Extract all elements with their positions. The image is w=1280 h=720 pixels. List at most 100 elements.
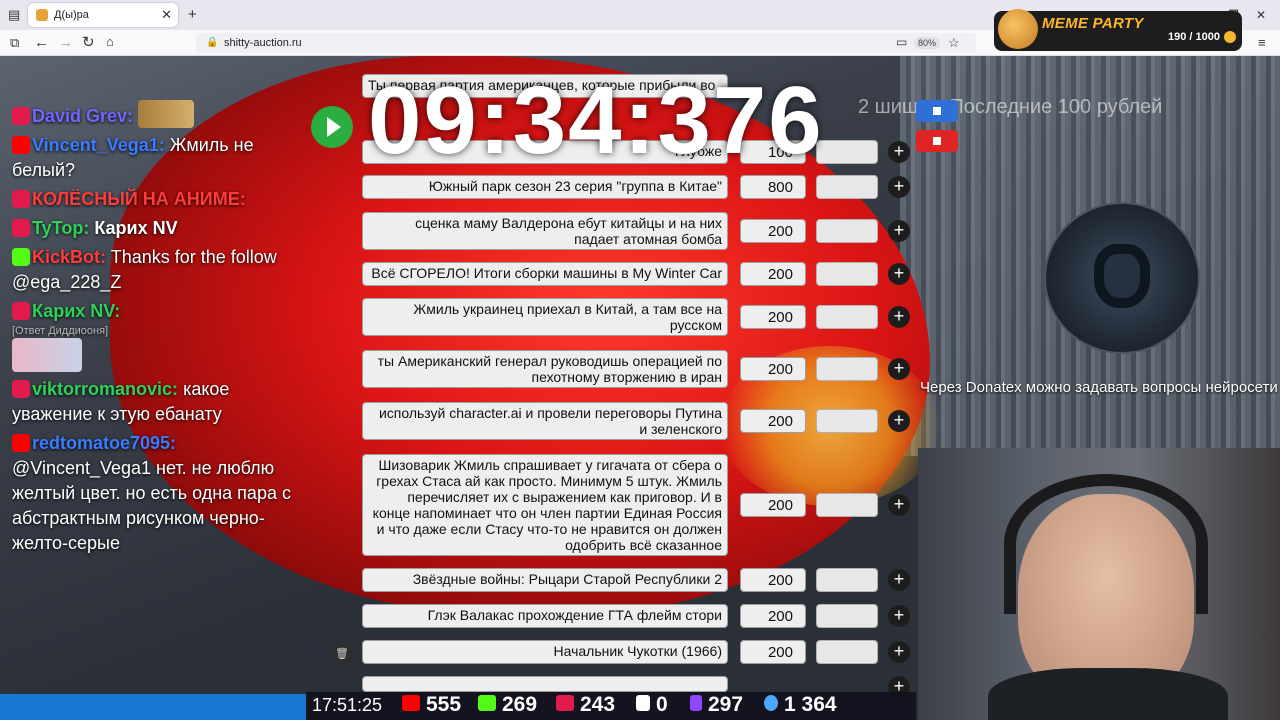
lot-bid-input[interactable]: [816, 262, 878, 286]
youtube-badge-icon: [12, 434, 30, 452]
add-bid-button[interactable]: +: [888, 410, 910, 432]
live-badge-icon: [12, 219, 30, 237]
clock: 17:51:25: [312, 695, 383, 715]
chat-message: redtomatoe7095: @Vincent_Vega1 нет. не л…: [12, 431, 312, 556]
lot-amount[interactable]: 200: [740, 640, 806, 664]
back-icon[interactable]: ←: [34, 35, 49, 50]
lot-title[interactable]: [362, 676, 728, 692]
lot-title[interactable]: сценка маму Валдерона ебут китайцы и на …: [362, 212, 728, 250]
add-bid-button[interactable]: +: [888, 263, 910, 285]
stop-timer-button[interactable]: [916, 130, 958, 152]
live-badge-icon: [12, 302, 30, 320]
reload-icon[interactable]: ↻: [82, 35, 95, 50]
lot-amount[interactable]: 200: [740, 568, 806, 592]
zoom-level[interactable]: 80%: [914, 37, 941, 49]
lot-title[interactable]: Всё СГОРЕЛО! Итоги сборки машины в My Wi…: [362, 262, 728, 286]
lot-amount[interactable]: 200: [740, 305, 806, 329]
add-bid-button[interactable]: +: [888, 358, 910, 380]
lot-title[interactable]: Южный парк сезон 23 серия "группа в Кита…: [362, 175, 728, 199]
lot-title[interactable]: ты Американский генерал руководишь опера…: [362, 350, 728, 388]
lot-title[interactable]: Глэк Валакас прохождение ГТА флейм стори: [362, 604, 728, 628]
live-badge-icon: [12, 380, 30, 398]
chat-username: Карих NV:: [32, 301, 121, 321]
lot-bid-input[interactable]: [816, 640, 878, 664]
meme-party-counter: 190 / 1000: [1168, 31, 1220, 43]
r-viewers: 0: [636, 693, 668, 717]
tab-close-icon[interactable]: ✕: [161, 7, 172, 23]
lot-title[interactable]: Звёздные войны: Рыцари Старой Республики…: [362, 568, 728, 592]
lot-bid-input[interactable]: [816, 604, 878, 628]
lot-amount[interactable]: 200: [740, 262, 806, 286]
person-icon: [764, 695, 778, 711]
twitch-icon: [690, 695, 702, 711]
lot-bid-input[interactable]: [816, 568, 878, 592]
forward-icon[interactable]: →: [58, 35, 73, 50]
lot-title[interactable]: используй character.ai и провели перегов…: [362, 402, 728, 440]
chat-message: viktorromanovic: какое уважение к этую е…: [12, 377, 312, 427]
pause-icon: [933, 107, 941, 115]
headphones: [1004, 474, 1208, 614]
chat-username: Vincent_Vega1:: [32, 135, 165, 155]
add-bid-button[interactable]: +: [888, 306, 910, 328]
add-bid-button[interactable]: +: [888, 176, 910, 198]
chat-text: Карих NV: [94, 218, 178, 238]
url-text: shitty-auction.ru: [224, 37, 302, 49]
pause-timer-button[interactable]: [916, 100, 958, 122]
lot-bid-input[interactable]: [816, 175, 878, 199]
lot-bid-input[interactable]: [816, 357, 878, 381]
lot-bid-input[interactable]: [816, 493, 878, 517]
lot-title[interactable]: Шизоварик Жмиль спрашивает у гигачата от…: [362, 454, 728, 556]
lot-amount[interactable]: 200: [740, 219, 806, 243]
browser-tab[interactable]: Д(ы)ра ✕: [28, 3, 178, 27]
chat-username: viktorromanovic:: [32, 379, 179, 399]
add-bid-button[interactable]: +: [888, 641, 910, 663]
tab-favicon-icon: [36, 9, 48, 21]
lot-amount[interactable]: 200: [740, 604, 806, 628]
lot-bid-input[interactable]: [816, 409, 878, 433]
webcam-view: [918, 448, 1280, 720]
lot-amount[interactable]: 200: [740, 357, 806, 381]
kick-icon: [478, 695, 496, 711]
chat-message: TyTop: Карих NV: [12, 216, 312, 241]
lot-amount[interactable]: 200: [740, 493, 806, 517]
reader-view-icon[interactable]: ▭: [896, 36, 907, 48]
play-button[interactable]: [311, 106, 353, 148]
lot-amount[interactable]: 200: [740, 409, 806, 433]
streamer-body: [988, 668, 1228, 720]
delete-lot-icon[interactable]: 🗑: [331, 643, 353, 665]
tab-title: Д(ы)ра: [54, 9, 89, 21]
lot-title[interactable]: Жмиль украинец приехал в Китай, а там вс…: [362, 298, 728, 336]
menu-icon[interactable]: ≡: [1258, 36, 1266, 49]
sidebar-icon[interactable]: ⧉: [10, 36, 19, 49]
chat-username: КОЛЁСНЫЙ НА АНИМЕ:: [32, 189, 246, 209]
window-close-icon[interactable]: ✕: [1256, 8, 1266, 22]
meme-party-widget: MEME PARTY 190 / 1000: [994, 9, 1242, 51]
live-icon: [556, 695, 574, 711]
chat-message: Vincent_Vega1: Жмиль не белый?: [12, 133, 312, 183]
emote-icon: [138, 100, 195, 128]
add-bid-button[interactable]: +: [888, 494, 910, 516]
tab-list-icon[interactable]: ▤: [8, 8, 20, 21]
chat-username: KickBot:: [32, 247, 107, 267]
address-bar[interactable]: 🔒 shitty-auction.ru ▭ 80% ☆: [196, 33, 976, 53]
avatar-face: [1094, 244, 1150, 308]
lot-bid-input[interactable]: [816, 305, 878, 329]
add-bid-button[interactable]: +: [888, 141, 910, 163]
lot-bid-input[interactable]: [816, 140, 878, 164]
lot-amount[interactable]: 800: [740, 175, 806, 199]
chat-message: KickBot: Thanks for the follow @ega_228_…: [12, 245, 312, 295]
coin-icon: [1224, 31, 1236, 43]
add-bid-button[interactable]: +: [888, 220, 910, 242]
add-bid-button[interactable]: +: [888, 605, 910, 627]
home-icon[interactable]: ⌂: [106, 35, 114, 48]
donatex-notice: Через Donatex можно задавать вопросы ней…: [920, 379, 1278, 396]
bookmark-star-icon[interactable]: ☆: [948, 36, 960, 49]
donation-background-text: 2 шишка: Последние 100 рублей: [858, 96, 1163, 118]
vtuber-avatar: [1044, 202, 1200, 354]
lot-bid-input[interactable]: [816, 219, 878, 243]
add-bid-button[interactable]: +: [888, 569, 910, 591]
chat-reply-note: [Ответ Диддиооня]: [12, 325, 109, 337]
chat-message: КОЛЁСНЫЙ НА АНИМЕ:: [12, 187, 312, 212]
new-tab-icon[interactable]: +: [188, 7, 197, 22]
lot-title[interactable]: Начальник Чукотки (1966): [362, 640, 728, 664]
